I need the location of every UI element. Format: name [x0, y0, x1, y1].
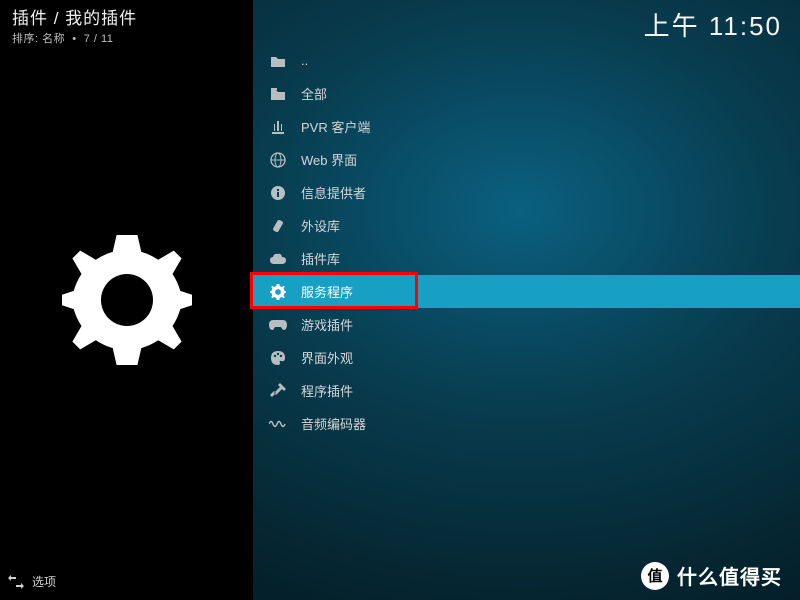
list-item-label: 音频编码器: [301, 414, 366, 433]
list-item-label: PVR 客户端: [301, 117, 370, 136]
list-item[interactable]: 全部: [253, 77, 800, 110]
brand-watermark: 值 什么值得买: [623, 551, 800, 600]
gamepad-icon: [269, 316, 287, 334]
gear-icon: [269, 283, 287, 301]
device-icon: [269, 217, 287, 235]
clock: 上午 11:50: [644, 6, 782, 43]
list-item-label: 服务程序: [301, 282, 353, 301]
options-hint[interactable]: 选项: [8, 573, 56, 590]
list-item[interactable]: 信息提供者: [253, 176, 800, 209]
list-item-label: 界面外观: [301, 348, 353, 367]
list-item[interactable]: ..: [253, 44, 800, 77]
antenna-icon: [269, 118, 287, 136]
palette-icon: [269, 349, 287, 367]
arrows-icon: [8, 575, 24, 589]
sort-label: 排序: 名称: [12, 33, 65, 45]
list-item[interactable]: 服务程序: [253, 275, 800, 308]
list-item[interactable]: 界面外观: [253, 341, 800, 374]
info-icon: [269, 184, 287, 202]
brand-text: 什么值得买: [677, 561, 782, 590]
list-item-label: 全部: [301, 84, 327, 103]
list-item-label: ..: [301, 53, 308, 68]
brand-badge-icon: 值: [641, 562, 669, 590]
folder-icon: [269, 85, 287, 103]
list-item[interactable]: 外设库: [253, 209, 800, 242]
gear-large-icon: [62, 235, 192, 365]
list-item-label: 信息提供者: [301, 183, 366, 202]
position-indicator: 7 / 11: [84, 33, 114, 45]
cloud-icon: [269, 250, 287, 268]
tools-icon: [269, 382, 287, 400]
breadcrumb: 插件 / 我的插件: [12, 8, 137, 30]
list-item[interactable]: 音频编码器: [253, 407, 800, 440]
list-item[interactable]: PVR 客户端: [253, 110, 800, 143]
list-item-label: 外设库: [301, 216, 340, 235]
list-item-label: Web 界面: [301, 150, 357, 169]
globe-icon: [269, 151, 287, 169]
list-item[interactable]: Web 界面: [253, 143, 800, 176]
folder-up-icon: [269, 52, 287, 70]
list-item[interactable]: 程序插件: [253, 374, 800, 407]
list-item-label: 程序插件: [301, 381, 353, 400]
list-item[interactable]: 插件库: [253, 242, 800, 275]
list-item[interactable]: 游戏插件: [253, 308, 800, 341]
list-item-label: 游戏插件: [301, 315, 353, 334]
wave-icon: [269, 415, 287, 433]
left-panel: 插件 / 我的插件 排序: 名称 • 7 / 11 选项: [0, 0, 253, 600]
right-panel: 上午 11:50 .. 全部 PVR 客户端 Web 界面信息提供者外设库插件库服务程…: [253, 0, 800, 600]
options-label: 选项: [32, 573, 56, 590]
list-item-label: 插件库: [301, 249, 340, 268]
addon-category-list: .. 全部 PVR 客户端 Web 界面信息提供者外设库插件库服务程序游戏插件界面外观…: [253, 44, 800, 440]
